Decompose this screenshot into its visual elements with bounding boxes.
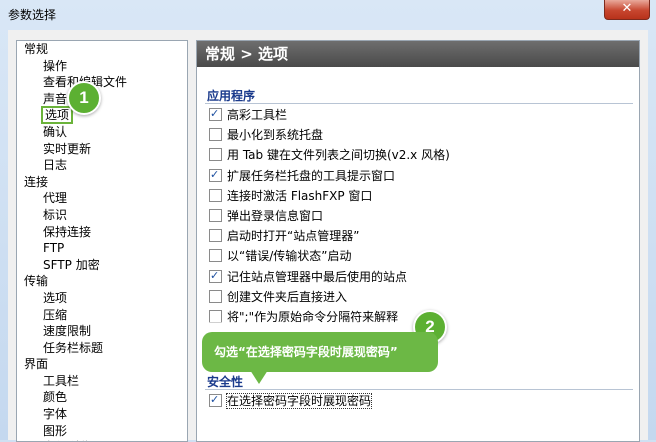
tree-item-label: 传输 [24, 274, 49, 289]
tree-category[interactable]: 常规 [17, 41, 187, 58]
tree-item-label: 压缩 [43, 307, 68, 322]
tree-item-label: 声音 [43, 91, 68, 106]
option-label: 启动时打开“站点管理器” [227, 229, 360, 244]
tree-item[interactable]: 速度限制 [17, 323, 187, 340]
option-label: 高彩工具栏 [227, 108, 288, 122]
close-button[interactable]: ✕ [604, 0, 650, 20]
tree-item[interactable]: 任务栏标题 [17, 340, 187, 357]
section-title-security: 安全性 [207, 375, 244, 389]
settings-category-tree[interactable]: 常规操作查看和编辑文件声音选项确认实时更新日志连接代理标识保持连接FTPSFTP… [16, 40, 188, 442]
checkbox[interactable] [209, 128, 222, 142]
section-title-application: 应用程序 [207, 89, 256, 103]
option-label: 最小化到系统托盘 [227, 128, 324, 143]
checkbox[interactable] [209, 209, 222, 222]
tree-item-label: FTP [43, 241, 65, 256]
tree-item[interactable]: 标识 [17, 207, 187, 224]
option-row[interactable]: 以“错误/传输状态”启动 [209, 248, 351, 266]
tree-item-label: 实时更新 [43, 141, 92, 156]
tree-item-label: 颜色 [43, 390, 68, 405]
section-divider [205, 389, 633, 390]
option-label: 扩展任务栏托盘的工具提示窗口 [227, 168, 396, 183]
option-label: 创建文件夹后直接进入 [227, 289, 348, 304]
checkbox[interactable] [209, 167, 222, 183]
tree-item-label: 操作 [43, 58, 68, 73]
tree-item[interactable]: SFTP 加密 [17, 257, 187, 274]
panel-header: 常规 > 选项 [197, 41, 639, 67]
checkbox[interactable] [209, 289, 222, 303]
tree-item[interactable]: 代理 [17, 190, 187, 207]
checkbox[interactable] [209, 188, 222, 202]
tree-item-label: 标识 [43, 207, 68, 222]
tree-item-label: 工具栏 [43, 373, 80, 388]
tree-category[interactable]: 连接 [17, 174, 187, 191]
tree-item-label: 日志 [43, 158, 68, 173]
tree-item-label: 界面 [24, 357, 49, 372]
tree-item-label: 确认 [43, 124, 68, 139]
option-label: 记住站点管理器中最后使用的站点 [227, 269, 408, 284]
option-row[interactable]: 弹出登录信息窗口 [209, 208, 323, 226]
tree-item[interactable]: 日志 [17, 157, 187, 174]
tree-category[interactable]: 界面 [17, 356, 187, 373]
tree-item-label: 连接 [24, 174, 49, 189]
tree-item[interactable]: 压缩 [17, 307, 187, 324]
option-row[interactable]: 连接时激活 FlashFXP 窗口 [209, 188, 372, 206]
tree-item[interactable]: 保持连接 [17, 224, 187, 241]
tree-item[interactable]: 确认 [17, 124, 187, 141]
tree-item-label: 图形 [43, 423, 68, 438]
tree-item[interactable]: 工具栏 [17, 373, 187, 390]
tree-item[interactable]: 字体 [17, 406, 187, 423]
tree-item-label: 字体 [43, 407, 68, 422]
window-title: 参数选择 [8, 8, 57, 22]
section-divider [205, 103, 633, 104]
option-row[interactable]: 扩展任务栏托盘的工具提示窗口 [209, 167, 396, 186]
title-bar: 参数选择 ✕ [0, 0, 656, 30]
tree-item-label: 速度限制 [43, 324, 92, 339]
tree-category[interactable]: 传输 [17, 273, 187, 290]
option-label: 弹出登录信息窗口 [227, 209, 324, 223]
option-row[interactable]: 记住站点管理器中最后使用的站点 [209, 268, 408, 287]
step-badge-1: 1 [67, 81, 101, 115]
option-label: 用 Tab 键在文件列表之间切换(v2.x 风格) [227, 148, 450, 163]
instruction-callout: 勾选“在选择密码字段时展现密码” [202, 332, 438, 372]
checkbox[interactable] [209, 268, 222, 284]
tree-item[interactable]: 图形 [17, 423, 187, 440]
tree-item[interactable]: 选项 [17, 106, 187, 125]
checkbox[interactable] [209, 392, 222, 408]
tree-item-label: 任务栏标题 [43, 340, 104, 355]
tree-item[interactable]: 颜色 [17, 389, 187, 406]
option-label: 以“错误/传输状态”启动 [227, 249, 352, 264]
tree-item-label: SFTP 加密 [43, 257, 100, 272]
checkbox[interactable] [209, 106, 222, 122]
option-label: 连接时激活 FlashFXP 窗口 [227, 188, 373, 203]
tree-item-label: 选项 [43, 290, 68, 305]
callout-arrow [250, 370, 268, 384]
tree-item-label: 常规 [24, 42, 49, 56]
option-row[interactable]: 创建文件夹后直接进入 [209, 289, 347, 307]
checkbox[interactable] [209, 148, 222, 162]
tree-item-label: 保持连接 [43, 224, 92, 239]
option-show-password[interactable]: 在选择密码字段时展现密码 [209, 392, 373, 411]
tree-item[interactable]: 选项 [17, 290, 187, 307]
callout-fade [203, 322, 438, 332]
option-row[interactable]: 高彩工具栏 [209, 106, 288, 125]
option-row[interactable]: 最小化到系统托盘 [209, 127, 323, 145]
tree-item[interactable]: 操作 [17, 58, 187, 75]
option-row[interactable]: 用 Tab 键在文件列表之间切换(v2.x 风格) [209, 147, 450, 165]
checkbox[interactable] [209, 249, 222, 263]
tree-item-label: 选项 [40, 106, 74, 125]
close-icon: ✕ [621, 1, 633, 16]
tree-item[interactable]: 查看和编辑文件 [17, 74, 187, 91]
tree-item[interactable]: FTP [17, 240, 187, 257]
option-label: 在选择密码字段时展现密码 [225, 393, 373, 409]
tree-item[interactable]: 实时更新 [17, 141, 187, 158]
tree-list: 常规操作查看和编辑文件声音选项确认实时更新日志连接代理标识保持连接FTPSFTP… [17, 41, 187, 441]
checkbox[interactable] [209, 229, 222, 243]
tree-item[interactable]: 声音 [17, 91, 187, 108]
option-row[interactable]: 启动时打开“站点管理器” [209, 228, 359, 246]
tree-item-label: 代理 [43, 191, 68, 206]
